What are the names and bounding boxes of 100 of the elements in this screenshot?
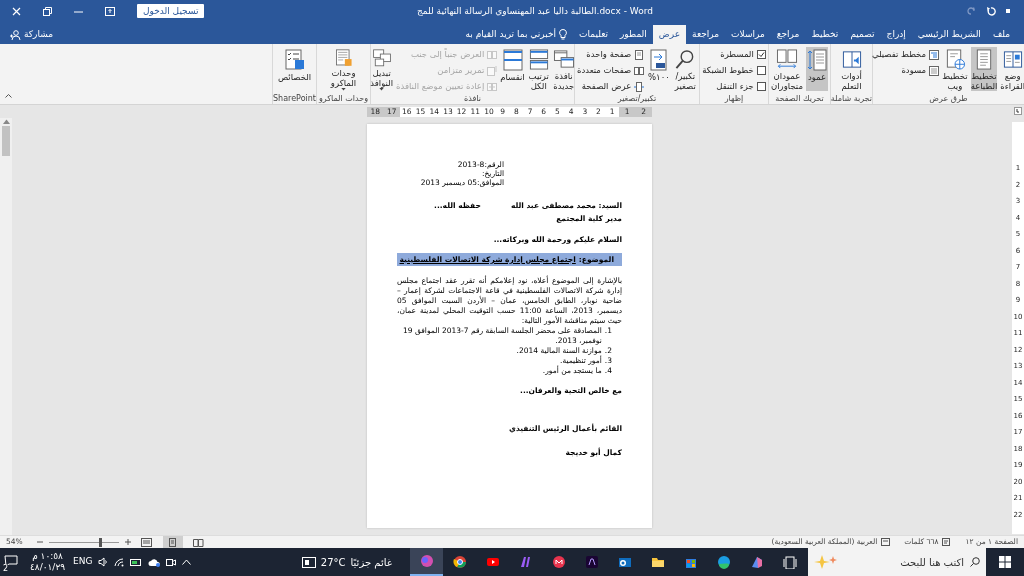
ribbon-tab[interactable]: مراجع	[770, 25, 806, 44]
ribbon-button[interactable]: انقسام	[500, 47, 525, 91]
ribbon-tab[interactable]: مراسلات	[725, 25, 771, 44]
book-speaker-icon	[840, 49, 863, 70]
reset-window-icon	[487, 81, 498, 92]
window-title: الطالبة داليا عبد المهنساوي الرسالة النهائية للمج.docx - Word	[416, 5, 654, 18]
square-logo-icon	[584, 555, 599, 569]
ribbon-button[interactable]: الخصائص	[275, 47, 314, 91]
ribbon-option[interactable]: صفحات متعددة	[577, 64, 645, 77]
windows-logo-icon[interactable]	[999, 556, 1011, 568]
ribbon-tab[interactable]: تخطيط	[805, 25, 845, 44]
cloud-icon[interactable]	[148, 557, 161, 567]
ribbon-button[interactable]: تكبير/ تصغير	[673, 47, 697, 91]
ribbon-button[interactable]: ترتيب الكل	[527, 47, 550, 91]
zoom-in-icon[interactable]	[124, 539, 131, 545]
globe-swirl-icon	[716, 555, 731, 569]
ribbon-tab[interactable]: تصميم	[844, 25, 881, 44]
stacked-windows-icon	[527, 49, 550, 70]
view-button[interactable]	[162, 536, 183, 548]
outline-icon	[929, 49, 940, 60]
ribbon-tab[interactable]: المطور	[614, 25, 653, 44]
wifi-icon[interactable]	[114, 557, 125, 567]
search-field[interactable]: اكتب هنا للبحث	[808, 548, 986, 576]
print-layout-icon	[167, 537, 179, 547]
slider-thumb[interactable]	[98, 537, 102, 547]
checkbox-option[interactable]: المسطرة	[702, 48, 766, 61]
group-label: طرق عرض	[928, 93, 969, 104]
group-label: تجربة شاملة	[831, 93, 872, 104]
camera-icon[interactable]	[166, 557, 177, 567]
task-view-icon	[782, 555, 797, 569]
round-browser-icon	[452, 555, 467, 569]
proofing-icon[interactable]	[942, 538, 952, 546]
ribbon-option[interactable]: عرض الصفحة	[577, 80, 645, 93]
checkbox-option[interactable]: خطوط الشبكة	[702, 64, 766, 77]
notification-button[interactable]: 2	[4, 555, 20, 569]
restore-icon[interactable]	[43, 6, 52, 16]
split-window-icon	[501, 49, 524, 71]
read-mode-icon	[193, 537, 205, 547]
undo-icon[interactable]	[986, 6, 996, 16]
input-language[interactable]: ENG	[73, 555, 93, 569]
weather-text: غائم جزئيًا	[350, 555, 392, 570]
scroll-thumb[interactable]	[2, 126, 10, 156]
page-width-icon	[634, 81, 645, 92]
checkbox-icon[interactable]	[756, 50, 766, 59]
ribbon-button[interactable]: تخطيط ويب	[942, 47, 968, 91]
tell-me-field[interactable]: أخبرني بما تريد القيام به	[459, 25, 574, 44]
ribbon-display-icon[interactable]	[105, 6, 115, 16]
ribbon-tab[interactable]: إدراج	[880, 25, 912, 44]
sign-in-button[interactable]: تسجيل الدخول	[137, 4, 205, 18]
page-icon	[634, 49, 645, 60]
ribbon-tab[interactable]: ملف	[986, 25, 1016, 44]
web-layout-icon	[141, 537, 153, 547]
round-logo-icon	[551, 555, 566, 569]
clock-date: ٤٨/٠١/٢٩	[30, 562, 66, 573]
ribbon-button[interactable]: وحدات الماكرو	[324, 47, 363, 91]
ribbon-button[interactable]: تخطيط الطباعة	[970, 47, 998, 91]
collapse-ribbon-icon[interactable]	[5, 94, 12, 98]
ribbon-tab[interactable]: الشريط الرئيسي	[911, 25, 987, 44]
ribbon-tab[interactable]: مراجعة	[686, 25, 726, 44]
checkbox-option[interactable]: جزء التنقل	[702, 80, 766, 93]
checkbox-icon[interactable]	[756, 66, 766, 75]
notification-badge: 2	[2, 564, 10, 573]
ribbon-tab[interactable]: تعليمات	[573, 25, 614, 44]
close-icon[interactable]	[12, 6, 21, 16]
draft-icon	[929, 65, 940, 76]
checkbox-icon[interactable]	[756, 82, 766, 91]
share-button[interactable]: مشاركة	[10, 25, 54, 44]
add-person-icon	[10, 29, 21, 40]
search-icon	[970, 557, 980, 567]
ribbon-button[interactable]: نافذة جديدة	[552, 47, 575, 91]
ribbon-option[interactable]: مخطط تفصيلي	[871, 48, 940, 61]
clock-time: ١٠:٥٨ م	[32, 551, 63, 562]
group-label: وحدات الماكرو	[317, 93, 370, 104]
battery-icon[interactable]	[130, 557, 143, 567]
checklist-icon	[283, 49, 306, 71]
play-button-icon	[485, 555, 500, 569]
ribbon-button[interactable]: عمودان متجاوران	[771, 47, 803, 91]
clock[interactable]: ١٠:٥٨ م ٤٨/٠١/٢٩	[28, 551, 68, 573]
mail-app-icon	[617, 555, 632, 569]
language-icon[interactable]	[881, 538, 891, 546]
two-pages-icon	[634, 65, 645, 76]
temperature-text: 27°C	[320, 555, 346, 570]
ribbon-option[interactable]: مسودة	[871, 64, 940, 77]
ribbon-button[interactable]: وضع القراءة	[1000, 47, 1024, 91]
group-label: SharePoint	[273, 93, 316, 104]
ribbon-option[interactable]: صفحة واحدة	[577, 48, 645, 61]
ribbon-button[interactable]: ١٠٠%	[647, 47, 671, 91]
group-label: تكبير/تصغير	[616, 93, 658, 104]
ribbon-tab[interactable]: عرض	[652, 25, 687, 44]
windows-icon	[552, 49, 575, 70]
ribbon-button[interactable]: عمود	[806, 47, 828, 91]
weather-panel-icon	[301, 556, 316, 568]
group-label: نافذة	[463, 93, 482, 104]
ribbon-button[interactable]: تبديل النوافذ	[370, 47, 394, 91]
windows-icon	[370, 49, 393, 68]
ribbon-button[interactable]: أدوات التعلم	[833, 47, 870, 91]
tab-selector-icon[interactable]	[1014, 107, 1022, 115]
volume-icon[interactable]	[98, 557, 109, 567]
scroll-bar[interactable]	[0, 118, 12, 535]
chevron-up-icon[interactable]	[182, 559, 192, 565]
